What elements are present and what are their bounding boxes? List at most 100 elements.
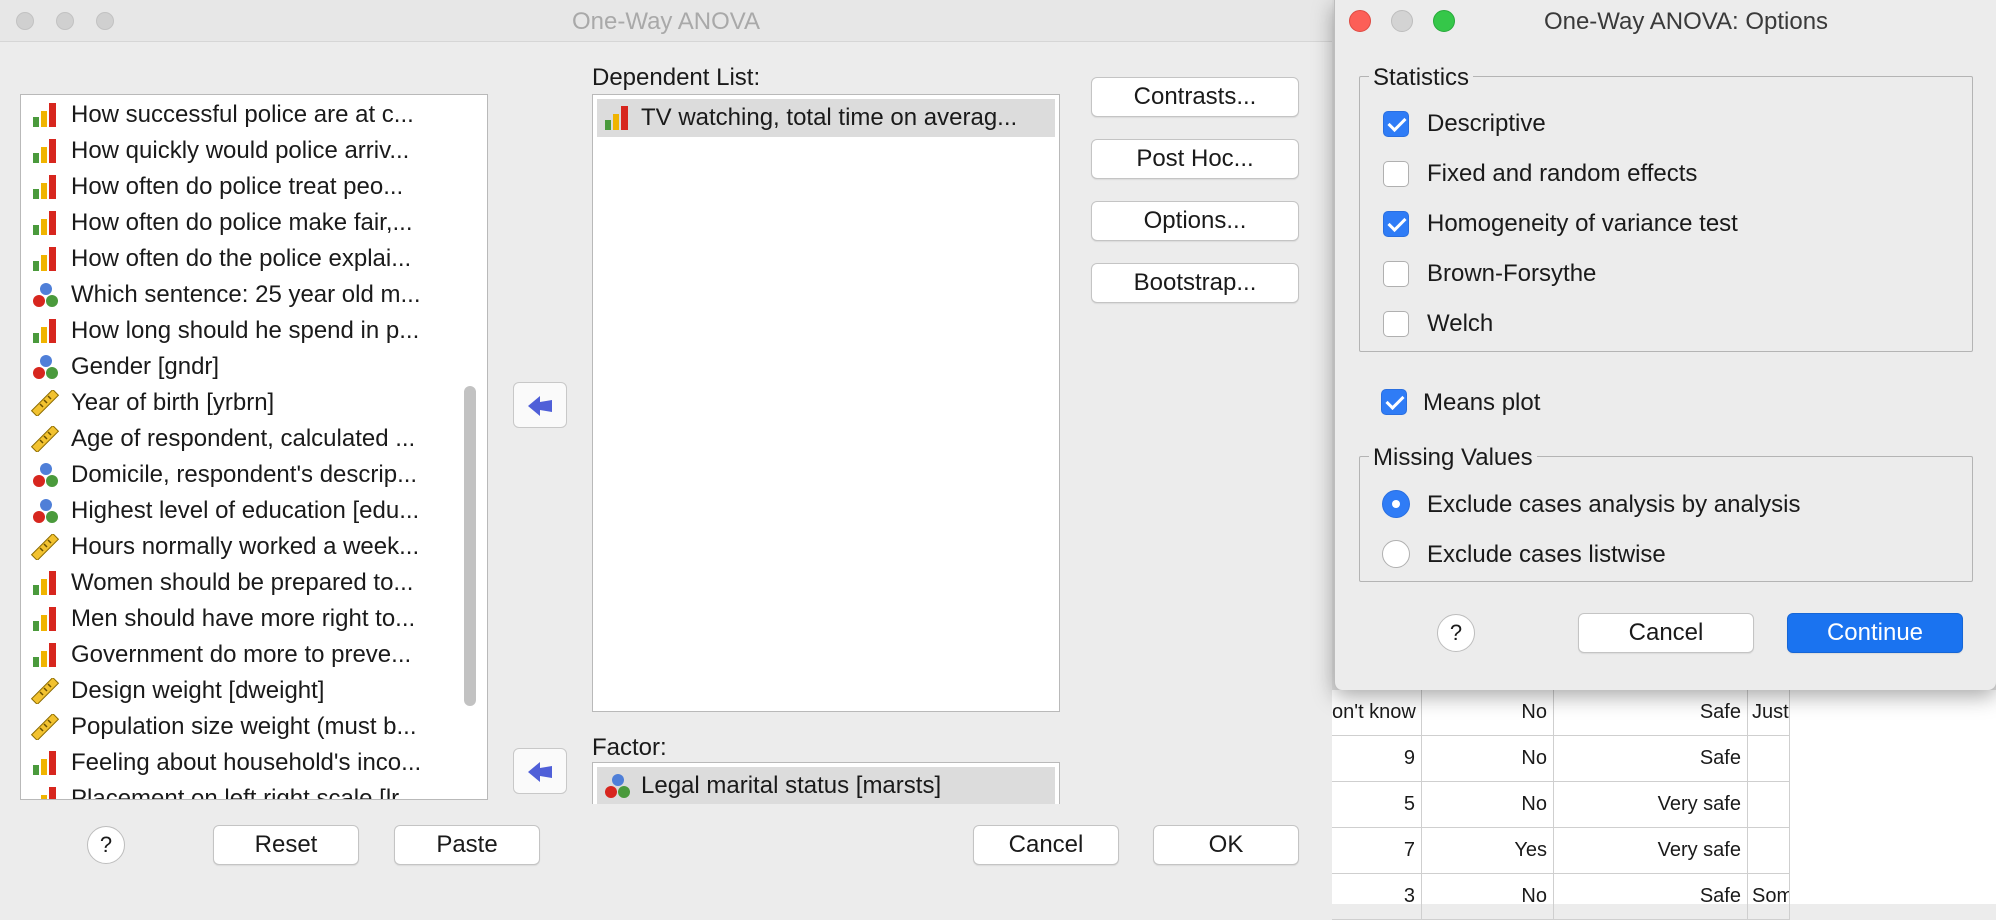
ordinal-icon	[33, 571, 56, 595]
variable-label: Hours normally worked a week...	[71, 533, 420, 560]
grid-cell[interactable]: on't know	[1332, 690, 1422, 736]
brown-forsythe-checkbox[interactable]	[1383, 261, 1409, 287]
grid-cell[interactable]: No	[1422, 690, 1554, 736]
variable-list-item[interactable]: Gender [gndr]	[21, 349, 451, 385]
variable-list-item[interactable]: Population size weight (must b...	[21, 709, 451, 745]
grid-cell[interactable]: Very safe	[1554, 828, 1748, 874]
move-to-dependent-button[interactable]	[513, 382, 567, 428]
exclude-analysis-by-analysis-label: Exclude cases analysis by analysis	[1427, 491, 1801, 518]
variable-label: Women should be prepared to...	[71, 569, 414, 596]
variable-label: How successful police are at c...	[71, 101, 414, 128]
variable-label: Year of birth [yrbrn]	[71, 389, 275, 416]
variable-list-item[interactable]: How long should he spend in p...	[21, 313, 451, 349]
variable-list-item[interactable]: Men should have more right to...	[21, 601, 451, 637]
grid-cell[interactable]	[1748, 828, 1790, 874]
variable-list-item[interactable]: Age of respondent, calculated ...	[21, 421, 451, 457]
cancel-button[interactable]: Cancel	[973, 825, 1119, 865]
welch-label: Welch	[1427, 310, 1494, 337]
ordinal-icon	[33, 751, 56, 775]
variable-list-item[interactable]: How often do the police explai...	[21, 241, 451, 277]
grid-cell[interactable]: No	[1422, 782, 1554, 828]
grid-cell[interactable]	[1748, 736, 1790, 782]
variable-label: Domicile, respondent's descrip...	[71, 461, 418, 488]
help-button[interactable]: ?	[1437, 614, 1475, 652]
source-variable-list[interactable]: How successful police are at c... How qui…	[20, 94, 488, 800]
grid-cell[interactable]: Som	[1748, 874, 1790, 920]
variable-list-item[interactable]: Placement on left right scale [lr...	[21, 781, 451, 799]
ok-button[interactable]: OK	[1153, 825, 1299, 865]
grid-cell[interactable]: 7	[1332, 828, 1422, 874]
bootstrap-button[interactable]: Bootstrap...	[1091, 263, 1299, 303]
scale-icon	[31, 426, 59, 452]
continue-button[interactable]: Continue	[1787, 613, 1963, 653]
cancel-button[interactable]: Cancel	[1578, 613, 1754, 653]
variable-list-item[interactable]: Feeling about household's inco...	[21, 745, 451, 781]
variable-list-item[interactable]: Women should be prepared to...	[21, 565, 451, 601]
ordinal-icon	[605, 106, 628, 130]
variable-list-item[interactable]: Which sentence: 25 year old m...	[21, 277, 451, 313]
variable-list-item[interactable]: How often do police treat peo...	[21, 169, 451, 205]
grid-cell[interactable]: Safe	[1554, 736, 1748, 782]
grid-cell[interactable]	[1748, 782, 1790, 828]
variable-label: Highest level of education [edu...	[71, 497, 420, 524]
variable-list-item[interactable]: Hours normally worked a week...	[21, 529, 451, 565]
grid-cell[interactable]: No	[1422, 874, 1554, 920]
descriptive-checkbox[interactable]	[1383, 111, 1409, 137]
grid-cell[interactable]: Safe	[1554, 874, 1748, 920]
exclude-analysis-by-analysis-radio[interactable]	[1382, 490, 1410, 518]
welch-checkbox[interactable]	[1383, 311, 1409, 337]
variable-label: Age of respondent, calculated ...	[71, 425, 416, 452]
factor-variable-label: Legal marital status [marsts]	[641, 772, 942, 799]
nominal-icon	[33, 283, 58, 307]
help-button[interactable]: ?	[87, 826, 125, 864]
variable-label: How long should he spend in p...	[71, 317, 420, 344]
variable-label: Design weight [dweight]	[71, 677, 325, 704]
dependent-list-item[interactable]: TV watching, total time on averag...	[597, 99, 1055, 137]
exclude-listwise-label: Exclude cases listwise	[1427, 541, 1666, 568]
variable-label: Population size weight (must b...	[71, 713, 417, 740]
fixed-random-effects-checkbox[interactable]	[1383, 161, 1409, 187]
grid-cell[interactable]: Just	[1748, 690, 1790, 736]
options-button[interactable]: Options...	[1091, 201, 1299, 241]
grid-cell[interactable]: Safe	[1554, 690, 1748, 736]
homogeneity-test-checkbox[interactable]	[1383, 211, 1409, 237]
move-to-factor-button[interactable]	[513, 748, 567, 794]
grid-cell[interactable]: 3	[1332, 874, 1422, 920]
grid-cell[interactable]: Very safe	[1554, 782, 1748, 828]
factor-label: Factor:	[592, 734, 667, 761]
grid-cell[interactable]: 9	[1332, 736, 1422, 782]
data-grid: on't know No Safe Just 9 No Safe 5 No Very safe 7 Y…	[1332, 690, 1996, 920]
factor-item[interactable]: Legal marital status [marsts]	[597, 767, 1055, 804]
factor-field[interactable]: Legal marital status [marsts]	[592, 762, 1060, 804]
one-way-anova-dialog: One-Way ANOVA How successful police are …	[0, 0, 1332, 904]
variable-label: How often do police treat peo...	[71, 173, 404, 200]
means-plot-checkbox[interactable]	[1381, 389, 1407, 415]
title-bar: One-Way ANOVA	[0, 0, 1332, 42]
variable-list-item[interactable]: Domicile, respondent's descrip...	[21, 457, 451, 493]
ordinal-icon	[33, 103, 56, 127]
contrasts-button[interactable]: Contrasts...	[1091, 77, 1299, 117]
post-hoc-button[interactable]: Post Hoc...	[1091, 139, 1299, 179]
grid-cell[interactable]: Yes	[1422, 828, 1554, 874]
variable-label: Government do more to preve...	[71, 641, 412, 668]
variable-list-item[interactable]: How often do police make fair,...	[21, 205, 451, 241]
scale-icon	[31, 678, 59, 704]
ordinal-icon	[33, 247, 56, 271]
arrow-left-icon	[528, 396, 552, 416]
reset-button[interactable]: Reset	[213, 825, 359, 865]
variable-list-item[interactable]: Year of birth [yrbrn]	[21, 385, 451, 421]
scrollbar-thumb[interactable]	[464, 386, 476, 706]
exclude-listwise-radio[interactable]	[1382, 540, 1410, 568]
ordinal-icon	[33, 607, 56, 631]
variable-list-item[interactable]: How quickly would police arriv...	[21, 133, 451, 169]
dependent-list[interactable]: TV watching, total time on averag...	[592, 94, 1060, 712]
grid-cell[interactable]: 5	[1332, 782, 1422, 828]
variable-label: Men should have more right to...	[71, 605, 416, 632]
grid-cell[interactable]: No	[1422, 736, 1554, 782]
variable-list-item[interactable]: Design weight [dweight]	[21, 673, 451, 709]
variable-list-item[interactable]: How successful police are at c...	[21, 97, 451, 133]
dependent-list-label: Dependent List:	[592, 64, 761, 91]
variable-list-item[interactable]: Highest level of education [edu...	[21, 493, 451, 529]
variable-list-item[interactable]: Government do more to preve...	[21, 637, 451, 673]
paste-button[interactable]: Paste	[394, 825, 540, 865]
